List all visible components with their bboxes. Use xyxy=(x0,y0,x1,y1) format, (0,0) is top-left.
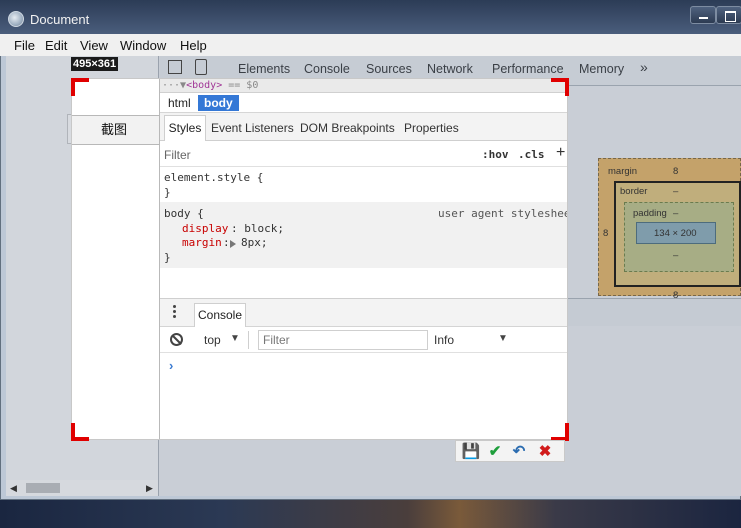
inspect-element-icon[interactable] xyxy=(168,60,182,74)
subtab-properties[interactable]: Properties xyxy=(404,121,459,135)
tab-sources[interactable]: Sources xyxy=(366,62,412,76)
capture-corner-handle[interactable] xyxy=(551,423,569,441)
breadcrumb: html body xyxy=(160,93,567,113)
scrollbar-thumb[interactable] xyxy=(26,483,60,493)
minimize-button[interactable] xyxy=(690,6,716,24)
subtab-dom-breakpoints[interactable]: DOM Breakpoints xyxy=(300,121,395,135)
tab-elements[interactable]: Elements xyxy=(238,62,290,76)
more-tabs-icon[interactable]: » xyxy=(640,59,648,75)
box-model-margin-top: 8 xyxy=(673,166,679,177)
box-model-padding-label: padding xyxy=(633,208,667,219)
styles-filter-input[interactable]: Filter xyxy=(164,148,191,162)
node-tag: <body> xyxy=(186,80,223,91)
breadcrumb-html[interactable]: html xyxy=(162,95,197,111)
prop-display-value[interactable]: : block; xyxy=(231,222,284,235)
save-icon[interactable]: 💾 xyxy=(460,442,482,461)
box-model-margin-left: 8 xyxy=(603,228,609,239)
prop-margin-value[interactable]: 8px; xyxy=(241,236,268,249)
rule-close-brace: } xyxy=(164,186,171,199)
prop-colon: : xyxy=(223,236,230,249)
rule-close-brace: } xyxy=(164,251,171,264)
capture-corner-handle[interactable] xyxy=(71,423,89,441)
scroll-right-arrow-icon[interactable]: ▶ xyxy=(146,483,153,494)
window-title: Document xyxy=(30,12,90,27)
log-level-selector[interactable]: Info xyxy=(434,333,454,347)
menu-window[interactable]: Window xyxy=(120,38,166,53)
tab-network[interactable]: Network xyxy=(427,62,473,76)
box-model-padding-bottom: – xyxy=(673,250,679,261)
box-model-margin-label: margin xyxy=(608,166,638,177)
cancel-icon[interactable]: ✖ xyxy=(534,442,556,461)
box-model-content-size: 134 × 200 xyxy=(654,228,697,239)
clear-console-icon[interactable] xyxy=(170,333,183,346)
rule-source[interactable]: user agent stylesheet xyxy=(438,207,567,220)
add-rule-icon[interactable]: + xyxy=(556,144,565,162)
drawer-tab-console[interactable]: Console xyxy=(194,303,246,327)
capture-region[interactable]: 截图 ···▼<body> == $0 html body Styles Eve… xyxy=(71,78,568,440)
screenshot-button[interactable]: 截图 xyxy=(72,115,160,145)
styles-subtab-bar: Styles Event Listeners DOM Breakpoints P… xyxy=(160,113,567,141)
toolbar-divider xyxy=(248,331,249,349)
styles-filter-row: Filter :hov .cls + xyxy=(160,142,567,167)
subtab-event-listeners[interactable]: Event Listeners xyxy=(211,121,294,135)
captured-devtools: ···▼<body> == $0 html body Styles Event … xyxy=(160,79,567,439)
rule-element-style[interactable]: element.style { xyxy=(164,171,263,184)
box-model-padding-value: – xyxy=(673,208,679,219)
drawer-menu-icon[interactable] xyxy=(173,305,177,321)
capture-corner-handle[interactable] xyxy=(551,78,569,96)
capture-toolbar: 💾 ✔ ↶ ✖ xyxy=(455,440,565,462)
selected-node-line[interactable]: ···▼<body> == $0 xyxy=(160,79,567,93)
box-model-border-label: border xyxy=(620,186,648,197)
console-filter-input[interactable]: Filter xyxy=(258,330,428,350)
prop-display-name[interactable]: display xyxy=(182,222,228,235)
capture-corner-handle[interactable] xyxy=(71,78,89,96)
maximize-button[interactable] xyxy=(716,6,741,24)
subtab-styles[interactable]: Styles xyxy=(164,115,206,141)
captured-page: 截图 xyxy=(72,79,160,439)
chevron-down-icon[interactable]: ▼ xyxy=(230,333,240,344)
menu-bar: File Edit View Window Help xyxy=(0,34,741,56)
tab-performance[interactable]: Performance xyxy=(492,62,564,76)
app-icon xyxy=(8,11,24,27)
node-expander-icon: ···▼ xyxy=(162,80,187,91)
box-model-border-value: – xyxy=(673,186,679,197)
chevron-down-icon[interactable]: ▼ xyxy=(498,333,508,344)
undo-icon[interactable]: ↶ xyxy=(508,442,530,461)
tab-console[interactable]: Console xyxy=(304,62,350,76)
breadcrumb-body[interactable]: body xyxy=(198,95,239,111)
expand-triangle-icon[interactable] xyxy=(230,240,236,248)
desktop-background xyxy=(0,498,741,528)
cls-toggle[interactable]: .cls xyxy=(518,148,545,161)
menu-file[interactable]: File xyxy=(14,38,35,53)
menu-edit[interactable]: Edit xyxy=(45,38,67,53)
capture-size-label: 495×361 xyxy=(71,57,119,71)
menu-help[interactable]: Help xyxy=(180,38,207,53)
rule-body-selector[interactable]: body { xyxy=(164,207,204,220)
prop-margin-name[interactable]: margin xyxy=(182,236,222,249)
context-selector[interactable]: top xyxy=(204,333,221,347)
tab-memory[interactable]: Memory xyxy=(579,62,624,76)
console-prompt-icon[interactable]: › xyxy=(169,358,173,373)
title-bar[interactable]: Document xyxy=(0,0,741,34)
confirm-icon[interactable]: ✔ xyxy=(484,442,506,461)
hov-toggle[interactable]: :hov xyxy=(482,148,509,161)
device-toggle-icon[interactable] xyxy=(195,59,207,75)
menu-view[interactable]: View xyxy=(80,38,108,53)
scroll-left-arrow-icon[interactable]: ◀ xyxy=(10,483,17,494)
node-ref: == $0 xyxy=(228,80,259,91)
